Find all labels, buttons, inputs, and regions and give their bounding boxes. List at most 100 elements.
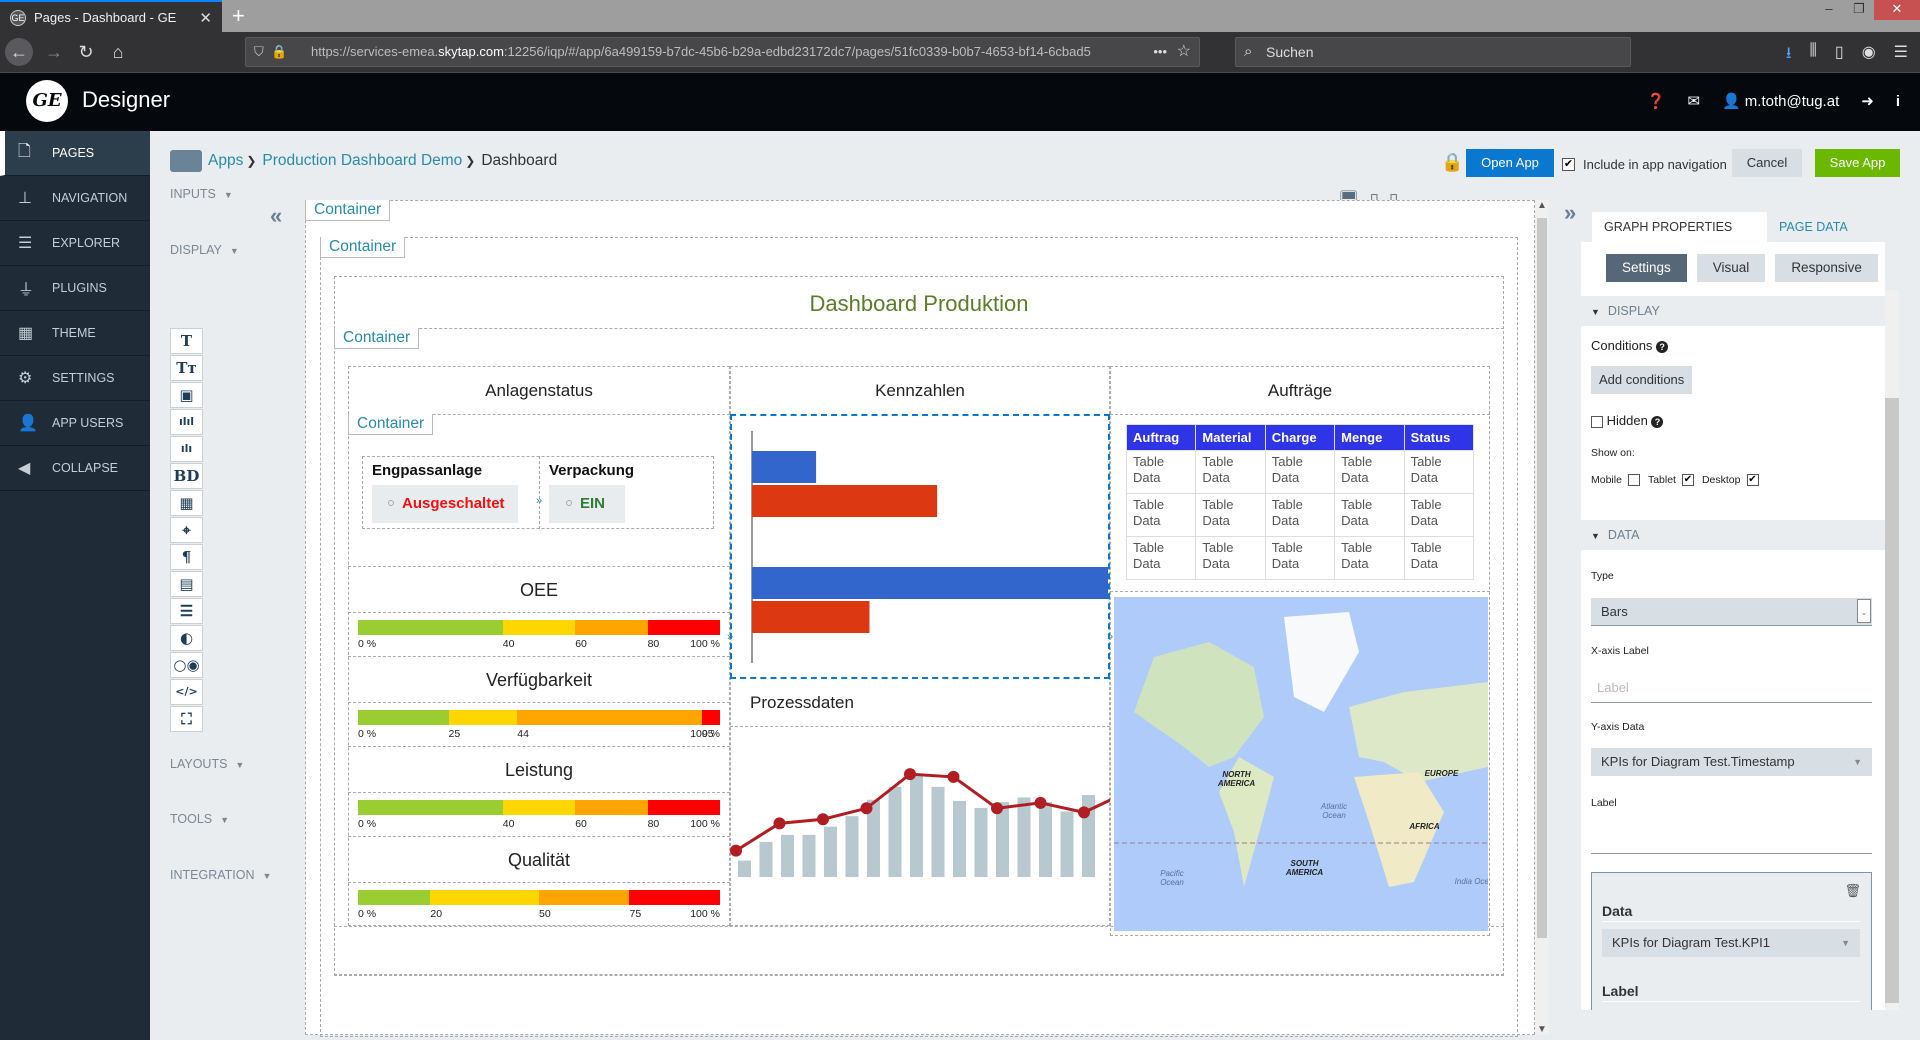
toggle-tool[interactable]: ◐ [170,625,203,651]
trash-icon[interactable]: 🗑 [1844,883,1861,899]
hidden-check[interactable] [1591,415,1603,428]
code-tool[interactable]: </> [170,679,203,705]
download-icon[interactable]: ⭳ [1786,42,1792,69]
include-nav-checkbox[interactable]: ✔ Include in app navigation [1562,150,1727,178]
page-actions-icon[interactable]: ••• [1147,38,1167,66]
account-icon[interactable]: ◉ [1862,42,1876,69]
cancel-button[interactable]: Cancel [1732,149,1802,177]
sidebar-item-theme[interactable]: ▦ THEME [0,311,150,356]
help-icon[interactable]: ❓ [1647,92,1666,110]
restore-icon[interactable]: ❐ [1844,0,1874,20]
yaxis-select[interactable]: KPIs for Diagram Test.Timestamp ▼ [1591,748,1872,776]
sidebar-item-app-users[interactable]: 👤 APP USERS [0,401,150,446]
add-conditions-button[interactable]: Add conditions [1591,366,1693,394]
image-tool[interactable]: ▣ [170,382,203,408]
sidebar-item-pages[interactable]: 🗋 PAGES [0,131,150,176]
section-display[interactable]: ▼ DISPLAY [1581,296,1885,326]
label-input[interactable] [1591,853,1872,854]
sidebar-item-settings[interactable]: ⚙ SETTINGS [0,356,150,401]
palette-section-integration[interactable]: INTEGRATION ▼ [170,868,271,882]
container-tag[interactable]: Container [320,237,406,258]
table-tool[interactable]: ▤ [170,571,203,597]
palette-section-display[interactable]: DISPLAY ▼ [170,243,239,257]
table-row[interactable]: Table Data Table Data Table Data Table Data… [1125,536,1475,580]
collapse-palette-icon[interactable]: « [270,203,282,229]
minimize-icon[interactable]: – [1814,0,1844,20]
canvas-scrollbar[interactable]: ▲ ▼ [1535,200,1549,1035]
palette-section-inputs[interactable]: INPUTS ▼ [170,187,233,201]
menu-icon[interactable]: ☰ [1894,42,1908,69]
container-tag[interactable]: Container [305,200,391,221]
tiles-tool[interactable]: ▦ [170,490,203,516]
table-row[interactable]: Table Data Table Data Table Data Table Data… [1125,493,1475,537]
table-row[interactable]: Table Data Table Data Table Data Table Data… [1125,450,1475,494]
back-icon[interactable]: ← [5,38,33,66]
xaxis-input[interactable]: Label [1597,680,1629,695]
tab-graph-properties[interactable]: GRAPH PROPERTIES [1592,212,1767,242]
world-map[interactable]: NORTH AMERICA EUROPE AFRICA SOUTH AMERICA At… [1114,597,1488,931]
close-tab-icon[interactable]: ✕ [199,9,212,27]
container-tag[interactable]: Container [348,414,434,435]
library-icon[interactable]: ⫼ [1810,42,1817,69]
browser-tab[interactable]: GE Pages - Dashboard - GE ✕ [0,0,222,33]
sidebar-item-navigation[interactable]: ⊥ NAVIGATION [0,176,150,221]
close-window-icon[interactable]: ✕ [1874,0,1920,20]
url-bar[interactable]: ⛉ 🔒 https://services-emea.skytap.com:122… [245,37,1200,67]
paragraph-tool[interactable]: ¶ [170,544,203,570]
data-select[interactable]: KPIs for Diagram Test.KPI1 ▼ [1602,929,1860,957]
panel-scrollbar[interactable] [1885,290,1899,1010]
reload-icon[interactable]: ↻ [72,38,100,66]
heading-tool[interactable]: Tт [170,355,203,381]
bookmark-star-icon[interactable]: ☆ [1177,38,1191,66]
browser-search-input[interactable]: ⌕ Suchen [1235,37,1631,67]
breadcrumb-apps[interactable]: Apps [208,152,243,170]
type-select[interactable]: Bars ⌄ [1591,598,1872,626]
orders-table[interactable]: Auftrag Material Charge Menge Status Table Da… [1125,424,1475,580]
line-bar-chart-tool[interactable]: ılı [170,436,203,462]
help-icon[interactable]: ? [1651,415,1664,428]
save-app-button[interactable]: Save App [1815,149,1900,177]
help-icon[interactable]: ? [1656,340,1669,353]
new-tab-icon[interactable]: + [232,3,245,29]
logout-icon[interactable]: ➜ [1861,92,1874,110]
open-app-button[interactable]: Open App [1466,149,1554,177]
column-header[interactable]: Status [1403,424,1475,451]
radio-tool[interactable]: ○◉ [170,652,203,678]
user-menu[interactable]: 👤 m.toth@tug.at [1722,92,1839,111]
subtab-responsive[interactable]: Responsive [1775,254,1878,282]
move-handle-icon[interactable]: » [536,495,542,507]
column-header[interactable]: Material [1195,424,1266,451]
sidebar-item-collapse[interactable]: ◀ COLLAPSE [0,446,150,491]
show-on-desktop-checkbox[interactable]: ✔ [1746,474,1759,487]
collapse-panel-icon[interactable]: » [1564,200,1576,226]
list-tool[interactable]: ☰ [170,598,203,624]
sidebar-item-plugins[interactable]: ⏚ PLUGINS [0,266,150,311]
palette-section-layouts[interactable]: LAYOUTS ▼ [170,757,244,771]
hidden-checkbox[interactable]: Hidden ? [1591,413,1664,428]
home-icon[interactable]: ⌂ [104,38,132,66]
column-header[interactable]: Charge [1264,424,1336,451]
sidebar-icon[interactable]: ▯ [1835,42,1844,69]
column-header[interactable]: Menge [1334,424,1405,451]
tab-page-data[interactable]: PAGE DATA [1767,212,1860,242]
subtab-settings[interactable]: Settings [1606,254,1687,282]
info-icon[interactable]: i [1896,93,1900,110]
forward-icon[interactable]: → [40,38,68,66]
subtab-visual[interactable]: Visual [1696,254,1766,282]
bar-chart-tool[interactable]: ılıl [170,409,203,435]
container-tag[interactable]: Container [334,328,420,349]
map-tool[interactable]: ⌖ [170,517,203,543]
section-data[interactable]: ▼ DATA [1581,520,1885,550]
lock-icon[interactable]: 🔒 [1441,152,1463,173]
resize-handle-icon[interactable]: » [727,631,733,643]
text-tool[interactable]: T [170,328,203,354]
mail-icon[interactable]: ✉ [1688,92,1701,110]
show-on-tablet-checkbox[interactable]: ✔ [1681,474,1694,487]
include-nav-check[interactable]: ✔ [1562,157,1575,171]
palette-section-tools[interactable]: TOOLS ▼ [170,812,229,826]
column-header[interactable]: Auftrag [1125,424,1197,451]
custom-map-tool[interactable]: ⛶ [170,706,203,732]
show-on-mobile-checkbox[interactable] [1627,474,1640,487]
sidebar-item-explorer[interactable]: ☰ EXPLORER [0,221,150,266]
breadcrumb-app[interactable]: Production Dashboard Demo [262,152,462,170]
